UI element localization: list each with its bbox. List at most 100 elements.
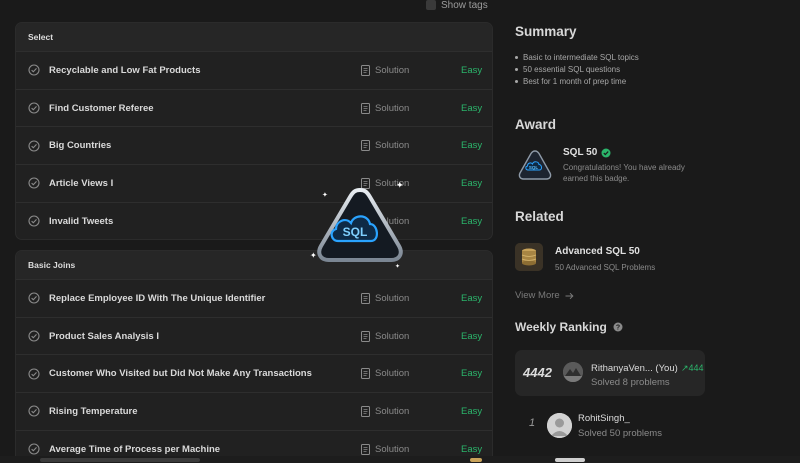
my-ranking-card[interactable]: 4442 RithanyaVen... (You) ↗444 Solved 8 … xyxy=(515,350,705,396)
difficulty-badge: Easy xyxy=(461,177,483,189)
problem-title[interactable]: Product Sales Analysis I xyxy=(49,331,159,342)
bottom-indicator xyxy=(470,458,482,462)
avatar[interactable] xyxy=(547,413,572,438)
award-name: SQL 50 xyxy=(563,147,598,158)
check-circle-icon xyxy=(28,405,40,417)
problem-title[interactable]: Big Countries xyxy=(49,140,111,151)
svg-text:✦: ✦ xyxy=(310,251,317,260)
bottom-tab[interactable] xyxy=(40,458,200,462)
check-circle-icon xyxy=(28,215,40,227)
problem-title[interactable]: Replace Employee ID With The Unique Iden… xyxy=(49,293,265,304)
solution-link[interactable]: Solution xyxy=(361,140,410,152)
problem-row[interactable]: Replace Employee ID With The Unique Iden… xyxy=(16,279,492,317)
svg-text:✦: ✦ xyxy=(395,263,400,270)
problem-row[interactable]: Product Sales Analysis I Solution Easy xyxy=(16,316,492,355)
user-photo-icon xyxy=(563,362,583,382)
difficulty-badge: Easy xyxy=(461,64,483,76)
check-circle-icon xyxy=(28,443,40,455)
related-heading: Related xyxy=(515,209,564,224)
check-circle-icon xyxy=(28,177,40,189)
solution-link[interactable]: Solution xyxy=(361,443,410,455)
rank-change: ↗444 xyxy=(681,363,704,373)
sql-badge-overlay-icon[interactable]: SQL ✦ ✦ ✦ ✦ xyxy=(305,180,415,275)
solution-label: Solution xyxy=(375,292,410,304)
arrow-right-icon xyxy=(565,292,574,299)
sql-badge-icon[interactable]: SQL xyxy=(517,148,553,184)
solution-link[interactable]: Solution xyxy=(361,102,409,114)
solution-label: Solution xyxy=(375,140,410,152)
difficulty-badge: Easy xyxy=(461,368,483,380)
my-solved-count: Solved 8 problems xyxy=(591,377,670,388)
difficulty-badge: Easy xyxy=(461,292,483,304)
problem-row[interactable]: Find Customer Referee Solution Easy xyxy=(16,88,492,127)
help-icon[interactable]: ? xyxy=(613,322,623,332)
problem-title[interactable]: Recyclable and Low Fat Products xyxy=(49,65,201,76)
problem-row[interactable]: Customer Who Visited but Did Not Make An… xyxy=(16,354,492,392)
problem-title[interactable]: Customer Who Visited but Did Not Make An… xyxy=(49,368,312,379)
bottom-bar xyxy=(0,456,800,463)
problem-title[interactable]: Article Views I xyxy=(49,178,113,189)
problem-title[interactable]: Rising Temperature xyxy=(49,406,138,417)
summary-point: 50 essential SQL questions xyxy=(515,63,639,75)
avatar[interactable] xyxy=(563,362,583,382)
solution-label: Solution xyxy=(375,368,410,380)
check-circle-icon xyxy=(28,368,40,380)
svg-text:✦: ✦ xyxy=(322,191,328,199)
problem-row[interactable]: Rising Temperature Solution Easy xyxy=(16,392,492,430)
problem-title[interactable]: Invalid Tweets xyxy=(49,216,113,227)
show-tags-checkbox[interactable] xyxy=(426,0,436,10)
ranking-heading: Weekly Ranking xyxy=(515,320,607,334)
problem-title[interactable]: Average Time of Process per Machine xyxy=(49,444,220,455)
solution-link[interactable]: Solution xyxy=(361,405,410,417)
document-icon xyxy=(361,330,370,342)
award-description: Congratulations! You have already earned… xyxy=(563,163,685,183)
user-default-avatar-icon xyxy=(547,413,572,438)
related-subtitle: 50 Advanced SQL Problems xyxy=(555,263,656,272)
solution-label: Solution xyxy=(375,64,410,76)
show-tags-toggle[interactable]: Show tags xyxy=(426,0,488,11)
problem-row[interactable]: Recyclable and Low Fat Products Solution… xyxy=(16,51,492,89)
check-circle-icon xyxy=(28,64,40,76)
document-icon xyxy=(361,102,370,114)
group-title: Basic Joins xyxy=(16,251,492,279)
top-rank-name[interactable]: RohitSingh_ xyxy=(578,413,630,424)
problem-row[interactable]: Big Countries Solution Easy xyxy=(16,126,492,164)
solution-label: Solution xyxy=(375,405,410,417)
check-circle-icon xyxy=(28,102,40,114)
check-circle-icon xyxy=(28,292,40,304)
related-title[interactable]: Advanced SQL 50 xyxy=(555,246,640,257)
solution-link[interactable]: Solution xyxy=(361,64,410,76)
verified-check-icon xyxy=(601,148,611,157)
document-icon xyxy=(361,292,370,304)
check-circle-icon xyxy=(28,140,40,152)
svg-text:SQL: SQL xyxy=(343,225,368,239)
problem-group-basic-joins: Basic Joins Replace Employee ID With The… xyxy=(15,250,493,463)
svg-text:✦: ✦ xyxy=(396,181,404,191)
award-title: SQL 50 xyxy=(563,147,611,158)
svg-text:SQL: SQL xyxy=(529,165,539,170)
solution-link[interactable]: Solution xyxy=(361,330,409,342)
difficulty-badge: Easy xyxy=(461,102,483,114)
svg-text:?: ? xyxy=(616,325,620,332)
ranking-heading-row: Weekly Ranking ? xyxy=(515,320,623,334)
summary-list: Basic to intermediate SQL topics 50 esse… xyxy=(515,51,639,87)
problem-row[interactable]: Article Views I Solution Easy xyxy=(16,164,492,202)
bottom-control[interactable] xyxy=(555,458,585,462)
summary-point: Basic to intermediate SQL topics xyxy=(515,51,639,63)
problem-row[interactable]: Invalid Tweets Solution Easy xyxy=(16,201,492,240)
solution-link[interactable]: Solution xyxy=(361,292,410,304)
document-icon xyxy=(361,405,370,417)
solution-label: Solution xyxy=(375,443,410,455)
show-tags-label: Show tags xyxy=(441,0,488,11)
advanced-sql-icon[interactable] xyxy=(515,243,543,271)
summary-point: Best for 1 month of prep time xyxy=(515,75,639,87)
difficulty-badge: Easy xyxy=(461,443,483,455)
solution-link[interactable]: Solution xyxy=(361,368,410,380)
document-icon xyxy=(361,64,370,76)
view-more-link[interactable]: View More xyxy=(515,290,574,301)
difficulty-badge: Easy xyxy=(461,405,483,417)
database-stack-icon xyxy=(515,243,543,271)
problem-title[interactable]: Find Customer Referee xyxy=(49,103,154,114)
problem-group-select: Select Recyclable and Low Fat Products S… xyxy=(15,22,493,241)
group-title: Select xyxy=(16,23,492,51)
